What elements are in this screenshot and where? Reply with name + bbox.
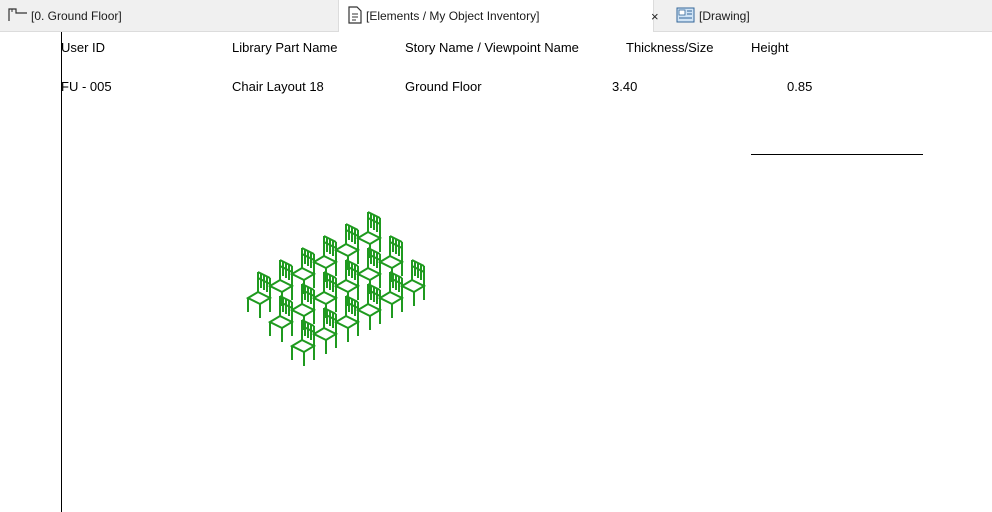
tab-ground-floor[interactable]: [0. Ground Floor] [8,0,122,32]
cell-story-name: Ground Floor [405,79,482,94]
chair-stroke [355,266,383,282]
column-header-story-name: Story Name / Viewpoint Name [405,40,579,55]
cell-height: 0.85 [787,79,813,94]
document-icon [347,5,363,27]
cell-thickness-size: 3.40 [612,79,638,94]
cell-user-id: FU - 005 [61,79,112,94]
chair-stroke [311,290,339,306]
chair-stroke [399,278,427,294]
chair-stroke [355,302,383,318]
chair-stroke [311,326,339,342]
column-header-thickness-size: Thickness/Size [626,40,714,55]
drawing-icon [676,6,696,27]
chair-layout-preview [245,211,427,366]
chair-stroke [289,338,317,354]
chair-icon [311,235,339,282]
close-icon: × [651,8,659,24]
chair-stroke [289,266,317,282]
chair-icon [267,259,295,306]
floor-plan-icon [8,7,28,25]
underline-rule [751,154,923,155]
close-tab-button[interactable]: × [651,0,659,32]
page-margin-line [61,32,62,512]
tab-bar: [0. Ground Floor] [Elements / My Object … [0,0,992,32]
tab-elements-inventory[interactable]: [Elements / My Object Inventory] [338,0,654,32]
chair-stroke [267,278,295,294]
chair-stroke [333,314,361,330]
chair-icon [245,271,273,318]
chair-icon [289,247,317,294]
chair-icon [377,235,405,282]
chair-stroke [333,242,361,258]
cell-library-part-name: Chair Layout 18 [232,79,324,94]
chair-icon [333,223,361,270]
tab-label: [Elements / My Object Inventory] [366,9,540,23]
chair-stroke [245,290,273,306]
chair-stroke [377,290,405,306]
chair-stroke [311,254,339,270]
chair-stroke [377,254,405,270]
chair-icon [355,211,383,258]
chair-stroke [267,314,295,330]
column-header-library-part-name: Library Part Name [232,40,338,55]
tab-label: [0. Ground Floor] [31,9,122,23]
column-header-height: Height [751,40,789,55]
tab-drawing[interactable]: [Drawing] [676,0,750,32]
chair-stroke [355,230,383,246]
chair-stroke [289,302,317,318]
chair-icon [399,259,427,306]
column-header-user-id: User ID [61,40,106,55]
chair-stroke [333,278,361,294]
tab-label: [Drawing] [699,9,750,23]
